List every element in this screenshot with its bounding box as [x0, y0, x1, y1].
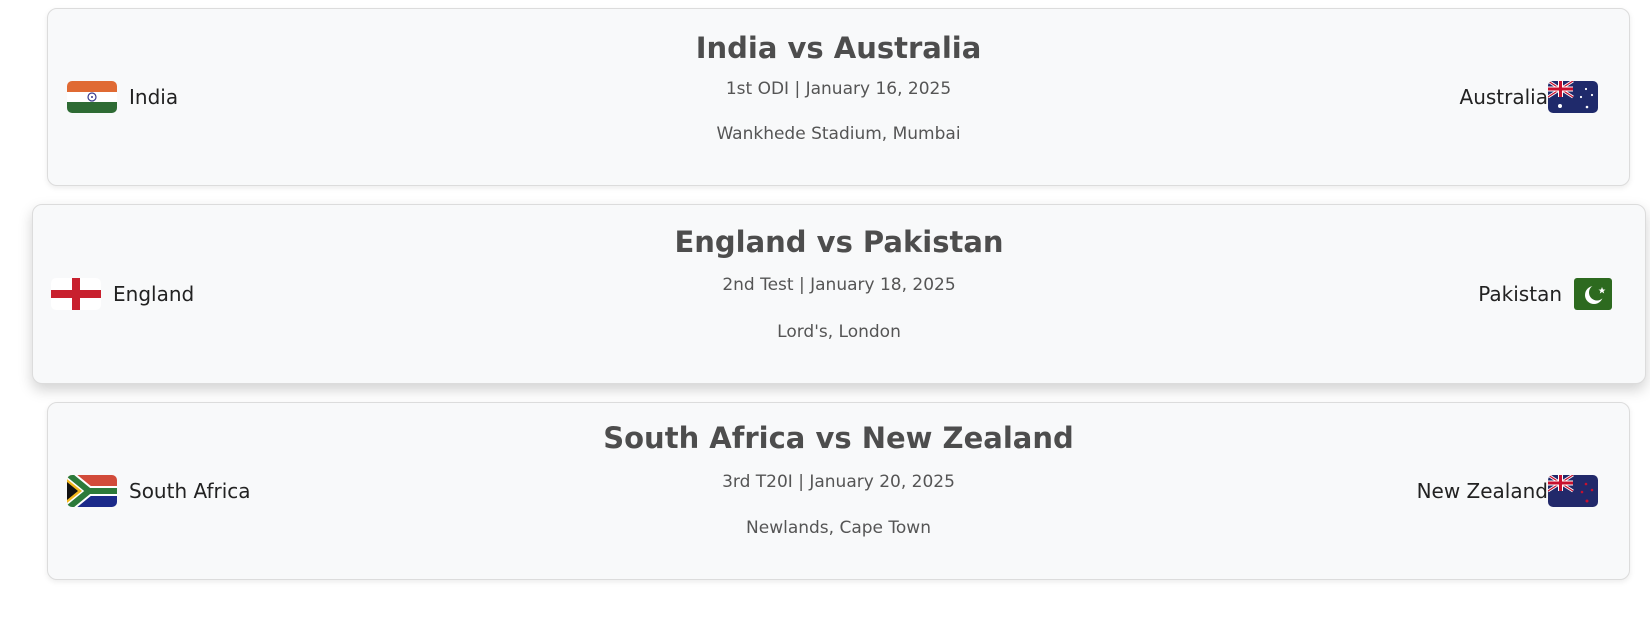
team-name: India [129, 85, 179, 109]
team-india: India [67, 81, 178, 113]
team-name: South Africa [129, 479, 251, 503]
match-venue: Newlands, Cape Town [746, 518, 931, 538]
team-south-africa: South Africa [67, 475, 251, 507]
match-info: 3rd T20I | January 20, 2025 [722, 472, 955, 492]
match-card-2[interactable]: England vs Pakistan 2nd Test | January 1… [32, 204, 1646, 384]
team-name: New Zealand [1416, 479, 1548, 503]
match-venue: Wankhede Stadium, Mumbai [716, 124, 961, 144]
team-australia: Australia [1460, 81, 1598, 113]
south-africa-flag-icon [67, 475, 117, 507]
match-card-3[interactable]: South Africa vs New Zealand 3rd T20I | J… [47, 402, 1630, 580]
match-title: India vs Australia [695, 31, 982, 65]
new-zealand-flag-icon [1548, 475, 1598, 507]
australia-flag-icon [1548, 81, 1598, 113]
match-venue: Lord's, London [777, 322, 901, 342]
india-flag-icon [67, 81, 117, 113]
team-pakistan: Pakistan [1478, 278, 1612, 310]
match-title: South Africa vs New Zealand [603, 421, 1074, 455]
match-info: 1st ODI | January 16, 2025 [725, 79, 952, 99]
team-new-zealand: New Zealand [1417, 475, 1598, 507]
team-name: Australia [1459, 85, 1548, 109]
match-title: England vs Pakistan [674, 225, 1004, 259]
england-flag-icon [51, 278, 101, 310]
team-name: Pakistan [1478, 282, 1562, 306]
pakistan-flag-icon [1574, 278, 1612, 310]
match-card-1[interactable]: India vs Australia 1st ODI | January 16,… [47, 8, 1630, 186]
team-england: England [51, 278, 194, 310]
match-info: 2nd Test | January 18, 2025 [722, 275, 956, 295]
team-name: England [113, 282, 195, 306]
